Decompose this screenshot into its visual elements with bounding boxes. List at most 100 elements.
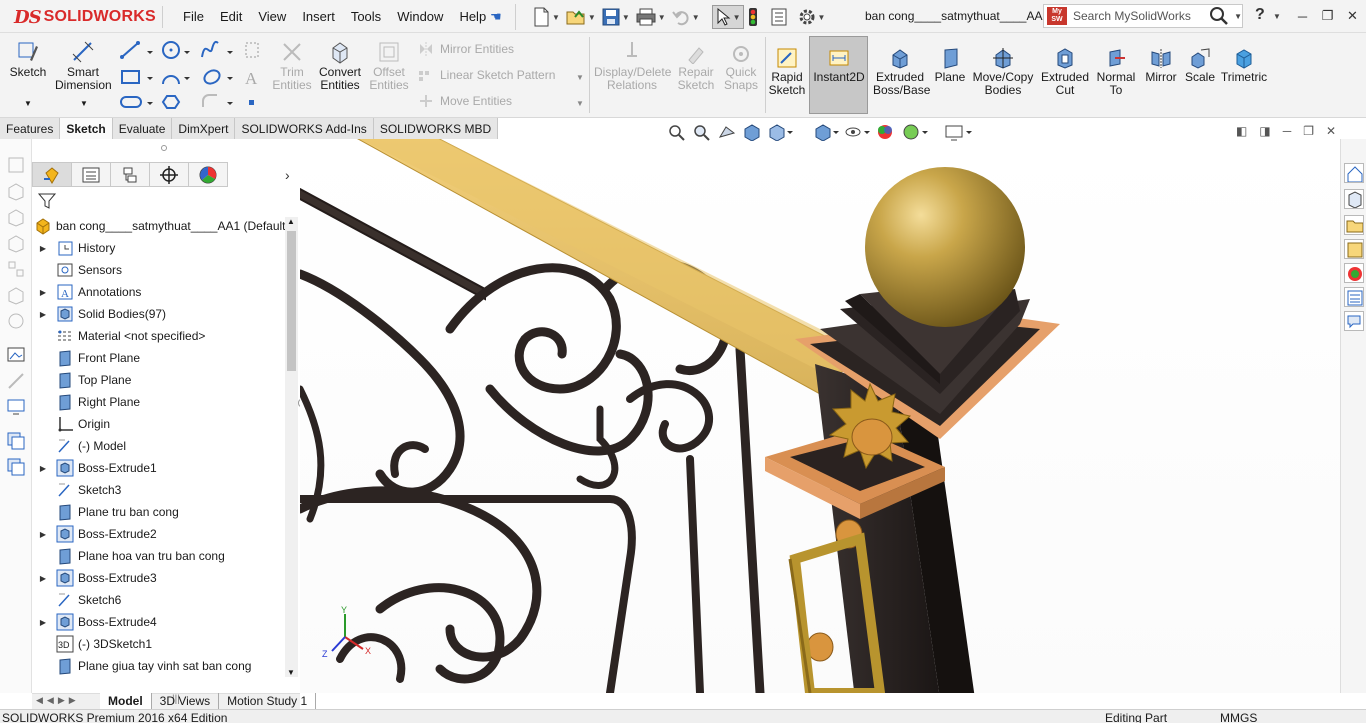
tab-configuration-manager[interactable] — [110, 162, 150, 187]
tab-property-manager[interactable] — [71, 162, 111, 187]
smart-dimension-button[interactable]: Smart Dimension — [55, 38, 112, 92]
viewport-restore-icon[interactable]: ❐ — [1303, 124, 1314, 138]
tree-item[interactable]: Plane tru ban cong — [32, 501, 179, 523]
quick-snaps-button[interactable]: Quick Snaps — [722, 38, 760, 92]
tree-item[interactable]: Plane giua tay vinh sat ban cong — [32, 655, 251, 677]
slot-icon[interactable] — [120, 96, 142, 108]
point-icon[interactable] — [249, 100, 254, 105]
line-icon[interactable] — [120, 41, 140, 59]
file-properties-button[interactable] — [768, 5, 790, 29]
viewport-close-icon[interactable]: ✕ — [1326, 124, 1336, 138]
tab-dimxpert[interactable]: DimXpert — [172, 118, 236, 139]
menu-view[interactable]: View — [250, 9, 294, 24]
measure-icon[interactable] — [6, 371, 26, 391]
rapid-sketch-button[interactable]: Rapid Sketch — [768, 43, 806, 97]
newel-post[interactable] — [765, 279, 1060, 693]
screen-capture-icon[interactable] — [6, 397, 26, 417]
normal-to-button[interactable]: Normal To — [1095, 43, 1137, 97]
open-button[interactable]: ▼ — [564, 5, 598, 29]
tree-scrollbar[interactable]: ▲ ▼ — [285, 217, 298, 677]
panel-grip-icon[interactable] — [161, 145, 167, 151]
panel-right-icon[interactable]: ◨ — [1259, 124, 1270, 138]
section-view-icon[interactable] — [742, 123, 762, 141]
tab-display-manager[interactable] — [188, 162, 228, 187]
plane-button[interactable]: Plane — [932, 43, 968, 84]
arc-icon[interactable] — [162, 75, 180, 85]
move-dropdown-icon[interactable]: ▼ — [576, 99, 584, 108]
select-button[interactable]: ▼ — [711, 5, 744, 29]
solidworks-logo[interactable]: DS SOLIDWORKS — [14, 5, 156, 29]
expand-arrow-icon[interactable]: ▶ — [38, 574, 48, 583]
rib-icon[interactable] — [6, 285, 26, 305]
sketch-tool-icon[interactable] — [6, 155, 26, 175]
tree-item[interactable]: Top Plane — [32, 369, 131, 391]
expand-panel-icon[interactable]: › — [285, 167, 290, 183]
zoom-to-fit-icon[interactable] — [667, 123, 687, 141]
panel-left-icon[interactable]: ◧ — [1236, 124, 1247, 138]
tree-item[interactable]: Origin — [32, 413, 110, 435]
pattern-icon[interactable] — [6, 259, 26, 279]
tab-model[interactable]: Model — [100, 693, 152, 709]
pattern-dropdown-icon[interactable]: ▼ — [576, 73, 584, 82]
menu-file[interactable]: File — [175, 9, 212, 24]
search-box[interactable]: My SW Search MySolidWorks ▼ — [1043, 4, 1243, 28]
extruded-boss-base-button[interactable]: Extruded Boss/Base — [873, 43, 930, 97]
expand-arrow-icon[interactable]: ▶ — [38, 618, 48, 627]
minimize-icon[interactable]: ─ — [1290, 3, 1315, 29]
tree-item[interactable]: ▶ Boss-Extrude3 — [32, 567, 157, 589]
fillet-feature-icon[interactable] — [6, 233, 26, 253]
search-input[interactable]: Search MySolidWorks — [1073, 9, 1208, 23]
undo-button[interactable]: ▼ — [670, 5, 702, 29]
tab-solidworks-add-ins[interactable]: SOLIDWORKS Add-Ins — [235, 118, 374, 139]
configurations-icon[interactable] — [6, 457, 26, 477]
fillet-icon[interactable] — [202, 94, 217, 107]
status-units[interactable]: MMGS — [1220, 711, 1257, 723]
menu-insert[interactable]: Insert — [294, 9, 343, 24]
graphics-area[interactable]: Y X Z — [300, 139, 1340, 693]
custom-properties-icon[interactable] — [1344, 287, 1364, 307]
instant2d-button[interactable]: Instant2D — [809, 36, 868, 114]
help-button[interactable]: ? — [1255, 6, 1265, 24]
expand-arrow-icon[interactable]: ▶ — [38, 244, 48, 253]
mirror-entities-button[interactable]: Mirror Entities — [418, 42, 514, 56]
circle-icon[interactable] — [162, 41, 180, 59]
close-icon[interactable]: ✕ — [1340, 3, 1365, 29]
gold-ball-finial[interactable] — [865, 167, 1025, 327]
tree-item[interactable]: Sketch6 — [32, 589, 121, 611]
instances-icon[interactable] — [6, 431, 26, 451]
construction-geometry-icon[interactable] — [245, 42, 259, 58]
expand-arrow-icon[interactable]: ▶ — [38, 464, 48, 473]
move-entities-button[interactable]: Move Entities — [418, 94, 512, 108]
tree-item[interactable]: ▶ A Annotations — [32, 281, 141, 303]
file-explorer-icon[interactable] — [1344, 215, 1364, 235]
trim-entities-button[interactable]: Trim Entities — [271, 38, 313, 92]
pin-menu-icon[interactable]: ☚ — [490, 9, 502, 25]
tree-item[interactable]: ▶ Boss-Extrude1 — [32, 457, 157, 479]
apply-scene-icon[interactable] — [902, 123, 928, 141]
tab-solidworks-mbd[interactable]: SOLIDWORKS MBD — [373, 118, 499, 139]
new-document-button[interactable]: ▼ — [530, 5, 562, 29]
search-dropdown-icon[interactable]: ▼ — [1234, 12, 1242, 21]
tree-item[interactable]: Sensors — [32, 259, 122, 281]
menu-help[interactable]: Help — [451, 9, 494, 24]
text-tool-icon[interactable]: A — [245, 69, 258, 88]
save-button[interactable]: ▼ — [600, 5, 632, 29]
help-dropdown-icon[interactable]: ▼ — [1273, 12, 1281, 21]
repair-sketch-button[interactable]: Repair Sketch — [676, 38, 716, 92]
tab-motion-study-1[interactable]: Motion Study 1 — [219, 693, 317, 709]
tree-item[interactable]: ▶ Boss-Extrude4 — [32, 611, 157, 633]
extruded-cut-button[interactable]: Extruded Cut — [1038, 43, 1092, 97]
print-button[interactable]: ▼ — [634, 5, 668, 29]
tree-item[interactable]: Right Plane — [32, 391, 140, 413]
tree-item[interactable]: Material <not specified> — [32, 325, 205, 347]
menu-window[interactable]: Window — [389, 9, 451, 24]
sketch-picture-icon[interactable] — [6, 345, 26, 365]
home-icon[interactable] — [1344, 163, 1364, 183]
tab-3d-views[interactable]: 3D Views — [152, 693, 220, 709]
options-button[interactable]: ▼ — [796, 5, 828, 29]
edit-appearance-icon[interactable] — [875, 123, 897, 141]
tab-scroll-arrows-icon[interactable]: ◀◀▶▶ — [36, 695, 80, 706]
move-copy-bodies-button[interactable]: Move/Copy Bodies — [972, 43, 1034, 97]
expand-arrow-icon[interactable]: ▶ — [38, 288, 48, 297]
tree-item[interactable]: ▶ History — [32, 237, 115, 259]
